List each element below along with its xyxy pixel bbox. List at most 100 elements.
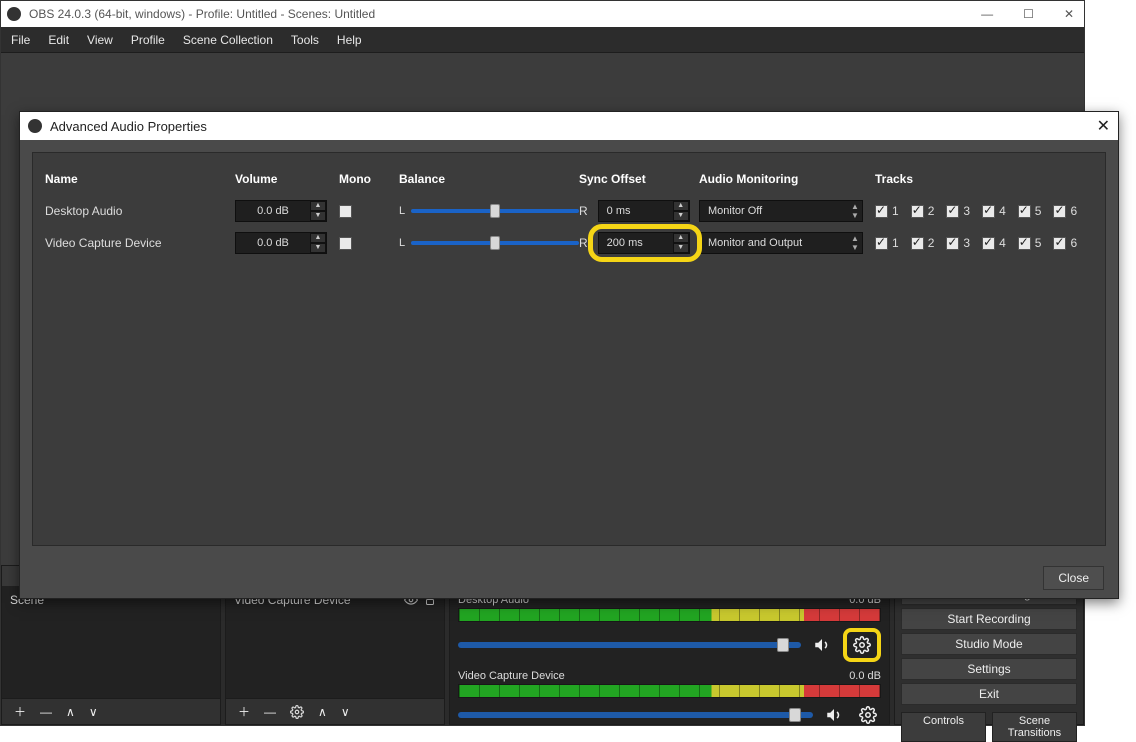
gear-icon[interactable] — [849, 634, 875, 656]
menu-scene-collection[interactable]: Scene Collection — [183, 33, 273, 47]
mixer-settings-highlight — [843, 628, 881, 662]
audio-monitoring-select[interactable]: Monitor Off ▲▼ — [699, 200, 863, 222]
volume-spinner[interactable]: 0.0 dB ▲ ▼ — [235, 232, 327, 254]
speaker-icon[interactable] — [809, 634, 835, 656]
dialog-close-button[interactable]: ✕ — [1097, 116, 1110, 136]
select-arrows-icon: ▲▼ — [848, 202, 862, 220]
track-label: 4 — [999, 236, 1006, 250]
maximize-button[interactable]: ☐ — [1019, 7, 1038, 21]
track-5-checkbox[interactable] — [1018, 237, 1031, 250]
spinner-up-icon[interactable]: ▲ — [310, 201, 326, 211]
speaker-icon[interactable] — [821, 704, 847, 724]
sync-offset-spinner[interactable]: 200 ms ▲ ▼ — [598, 232, 690, 254]
menubar: File Edit View Profile Scene Collection … — [1, 27, 1084, 53]
remove-scene-button[interactable]: — — [36, 703, 56, 721]
studio-mode-button[interactable]: Studio Mode — [901, 633, 1077, 655]
track-label: 6 — [1070, 236, 1077, 250]
sources-list[interactable]: Video Capture Device — [226, 586, 444, 698]
sync-offset-value: 200 ms — [599, 237, 673, 249]
col-volume: Volume — [235, 172, 339, 186]
track-label: 1 — [892, 204, 899, 218]
source-properties-button[interactable] — [286, 703, 308, 721]
track-2-checkbox[interactable] — [911, 237, 924, 250]
track-4-checkbox[interactable] — [982, 205, 995, 218]
close-button[interactable]: ✕ — [1060, 7, 1078, 21]
advanced-audio-dialog: Advanced Audio Properties ✕ Name Volume … — [19, 111, 1119, 599]
track-label: 2 — [928, 236, 935, 250]
obs-logo-icon — [28, 119, 42, 133]
minimize-button[interactable]: — — [977, 7, 997, 21]
track-label: 2 — [928, 204, 935, 218]
aa-source-name: Desktop Audio — [45, 204, 235, 218]
spinner-up-icon[interactable]: ▲ — [673, 233, 689, 243]
track-1-checkbox[interactable] — [875, 237, 888, 250]
move-scene-down-button[interactable]: ∨ — [85, 703, 102, 721]
scenes-list[interactable]: Scene — [2, 586, 220, 698]
track-2-checkbox[interactable] — [911, 205, 924, 218]
track-label: 3 — [963, 236, 970, 250]
track-label: 5 — [1035, 204, 1042, 218]
track-1-checkbox[interactable] — [875, 205, 888, 218]
track-label: 5 — [1035, 236, 1042, 250]
tab-scene-transitions[interactable]: Scene Transitions — [992, 712, 1077, 742]
dialog-title: Advanced Audio Properties — [50, 119, 1097, 134]
remove-source-button[interactable]: — — [260, 703, 280, 721]
spinner-down-icon[interactable]: ▼ — [673, 243, 689, 253]
gear-icon[interactable] — [855, 704, 881, 724]
volume-value: 0.0 dB — [236, 205, 310, 217]
mixer-body: Desktop Audio 0.0 dB — [450, 586, 889, 724]
volume-slider[interactable] — [458, 712, 813, 718]
start-recording-button[interactable]: Start Recording — [901, 608, 1077, 630]
move-source-down-button[interactable]: ∨ — [337, 703, 354, 721]
tab-controls[interactable]: Controls — [901, 712, 986, 742]
exit-button[interactable]: Exit — [901, 683, 1077, 705]
spinner-down-icon[interactable]: ▼ — [310, 211, 326, 221]
track-3-checkbox[interactable] — [946, 205, 959, 218]
monitor-value: Monitor and Output — [700, 237, 848, 249]
spinner-down-icon[interactable]: ▼ — [673, 211, 689, 221]
menu-tools[interactable]: Tools — [291, 33, 319, 47]
mono-checkbox[interactable] — [339, 237, 352, 250]
audio-monitoring-select[interactable]: Monitor and Output ▲▼ — [699, 232, 863, 254]
track-6-checkbox[interactable] — [1053, 237, 1066, 250]
track-6-checkbox[interactable] — [1053, 205, 1066, 218]
aa-source-row: Desktop Audio 0.0 dB ▲ ▼ L — [45, 195, 1093, 227]
settings-button[interactable]: Settings — [901, 658, 1077, 680]
menu-view[interactable]: View — [87, 33, 113, 47]
add-source-button[interactable]: ＋ — [234, 701, 254, 722]
track-3-checkbox[interactable] — [946, 237, 959, 250]
track-label: 6 — [1070, 204, 1077, 218]
spinner-down-icon[interactable]: ▼ — [310, 243, 326, 253]
spinner-up-icon[interactable]: ▲ — [673, 201, 689, 211]
close-button[interactable]: Close — [1043, 566, 1104, 590]
menu-help[interactable]: Help — [337, 33, 362, 47]
track-4-checkbox[interactable] — [982, 237, 995, 250]
sources-toolbar: ＋ — ∧ ∨ — [226, 698, 444, 724]
balance-slider[interactable]: L — [399, 237, 579, 249]
window-title: OBS 24.0.3 (64-bit, windows) - Profile: … — [29, 7, 977, 21]
monitor-value: Monitor Off — [700, 205, 848, 217]
volume-spinner[interactable]: 0.0 dB ▲ ▼ — [235, 200, 327, 222]
audio-meter — [458, 684, 881, 698]
dialog-content: Name Volume Mono Balance Sync Offset Aud… — [32, 152, 1106, 546]
mono-checkbox[interactable] — [339, 205, 352, 218]
spinner-up-icon[interactable]: ▲ — [310, 233, 326, 243]
col-tracks: Tracks — [875, 172, 1106, 186]
balance-slider[interactable]: L — [399, 205, 579, 217]
track-checkboxes: 1 2 3 4 5 6 — [875, 204, 1106, 218]
balance-left-label: L — [399, 237, 405, 249]
move-scene-up-button[interactable]: ∧ — [62, 703, 79, 721]
track-checkboxes: 1 2 3 4 5 6 — [875, 236, 1106, 250]
volume-value: 0.0 dB — [236, 237, 310, 249]
volume-slider[interactable] — [458, 642, 801, 648]
add-scene-button[interactable]: ＋ — [10, 701, 30, 722]
menu-edit[interactable]: Edit — [48, 33, 69, 47]
track-5-checkbox[interactable] — [1018, 205, 1031, 218]
select-arrows-icon: ▲▼ — [848, 234, 862, 252]
mixer-channel-name: Video Capture Device — [458, 670, 849, 682]
menu-profile[interactable]: Profile — [131, 33, 165, 47]
menu-file[interactable]: File — [11, 33, 30, 47]
move-source-up-button[interactable]: ∧ — [314, 703, 331, 721]
col-mono: Mono — [339, 172, 399, 186]
sync-offset-spinner[interactable]: 0 ms ▲ ▼ — [598, 200, 690, 222]
